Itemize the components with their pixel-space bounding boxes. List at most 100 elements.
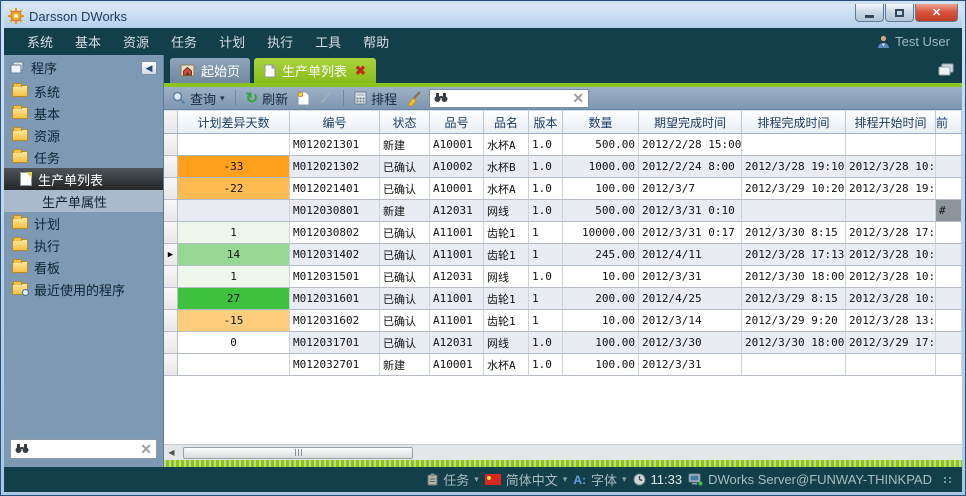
cell-schedEnd[interactable]	[742, 354, 846, 375]
table-row[interactable]: -33M012021302已确认A10002水杯B1.01000.002012/…	[164, 156, 962, 178]
cell-expected[interactable]: 2012/3/31	[639, 266, 742, 287]
cell-expected[interactable]: 2012/3/31	[639, 354, 742, 375]
cell-schedStart[interactable]	[846, 200, 936, 221]
cell-schedStart[interactable]	[846, 354, 936, 375]
cell-extra[interactable]	[936, 244, 962, 265]
cell-pno[interactable]: A11001	[430, 288, 484, 309]
sidebar-item[interactable]: 计划	[4, 212, 163, 234]
sidebar-item[interactable]: 最近使用的程序	[4, 278, 163, 300]
cell-no[interactable]: M012021301	[290, 134, 380, 155]
refresh-button[interactable]: ↻ 刷新	[244, 89, 291, 108]
cell-ver[interactable]: 1.0	[529, 354, 563, 375]
cell-extra[interactable]	[936, 354, 962, 375]
new-button[interactable]	[295, 91, 312, 106]
query-button[interactable]: 查询 ▾	[170, 89, 227, 108]
cell-no[interactable]: M012030802	[290, 222, 380, 243]
sidebar-item[interactable]: 生产单属性	[4, 190, 163, 212]
cell-expected[interactable]: 2012/2/24 8:00	[639, 156, 742, 177]
cell-extra[interactable]	[936, 332, 962, 353]
statusbar-font[interactable]: A: 字体 ▾	[573, 470, 626, 489]
cell-diff[interactable]: -33	[178, 156, 290, 177]
sidebar-item[interactable]: 资源	[4, 124, 163, 146]
column-header[interactable]: 版本	[529, 111, 563, 133]
column-header[interactable]: 排程完成时间	[742, 111, 846, 133]
maximize-button[interactable]	[885, 4, 914, 22]
cell-schedEnd[interactable]: 2012/3/28 17:13	[742, 244, 846, 265]
cell-pno[interactable]: A12031	[430, 332, 484, 353]
cell-no[interactable]: M012032701	[290, 354, 380, 375]
cell-ver[interactable]: 1	[529, 244, 563, 265]
column-header[interactable]: 前	[936, 111, 962, 133]
cell-diff[interactable]: -22	[178, 178, 290, 199]
cell-status[interactable]: 已确认	[380, 288, 430, 309]
cell-expected[interactable]: 2012/3/14	[639, 310, 742, 331]
sidebar-search-input[interactable]	[33, 442, 136, 456]
cell-pname[interactable]: 齿轮1	[484, 288, 529, 309]
cell-schedEnd[interactable]: 2012/3/30 8:15	[742, 222, 846, 243]
row-selector[interactable]	[164, 134, 178, 155]
table-row[interactable]: ▶14M012031402已确认A11001齿轮11245.002012/4/1…	[164, 244, 962, 266]
column-header[interactable]: 排程开始时间	[846, 111, 936, 133]
table-row[interactable]: 1M012031501已确认A12031网线1.010.002012/3/312…	[164, 266, 962, 288]
cell-status[interactable]: 已确认	[380, 310, 430, 331]
cell-schedStart[interactable]: 2012/3/28 13:40	[846, 310, 936, 331]
cell-extra[interactable]	[936, 222, 962, 243]
row-selector[interactable]	[164, 178, 178, 199]
cell-extra[interactable]	[936, 134, 962, 155]
cell-no[interactable]: M012031602	[290, 310, 380, 331]
cell-expected[interactable]: 2012/3/31 0:17	[639, 222, 742, 243]
menu-item[interactable]: 基本	[75, 32, 101, 51]
cell-pno[interactable]: A10001	[430, 134, 484, 155]
close-button[interactable]: ✕	[915, 4, 958, 22]
sidebar-search-clear-icon[interactable]: ✕	[140, 442, 152, 456]
cell-schedEnd[interactable]: 2012/3/28 19:10	[742, 156, 846, 177]
horizontal-scrollbar[interactable]: ◀	[164, 444, 962, 460]
table-row[interactable]: -22M012021401已确认A10001水杯A1.0100.002012/3…	[164, 178, 962, 200]
cell-pname[interactable]: 网线	[484, 332, 529, 353]
cell-status[interactable]: 已确认	[380, 332, 430, 353]
current-row-indicator[interactable]: ▶	[164, 244, 178, 265]
cell-schedEnd[interactable]: 2012/3/30 18:00	[742, 332, 846, 353]
cell-pname[interactable]: 齿轮1	[484, 222, 529, 243]
tab-inactive[interactable]: 起始页	[170, 58, 250, 83]
statusbar-language[interactable]: 简体中文 ▾	[485, 470, 568, 489]
cell-diff[interactable]	[178, 354, 290, 375]
clear-button[interactable]	[404, 91, 424, 106]
cell-no[interactable]: M012030801	[290, 200, 380, 221]
cell-pno[interactable]: A10001	[430, 354, 484, 375]
cell-ver[interactable]: 1.0	[529, 200, 563, 221]
table-row[interactable]: M012032701新建A10001水杯A1.0100.002012/3/31	[164, 354, 962, 376]
cell-no[interactable]: M012031501	[290, 266, 380, 287]
cell-no[interactable]: M012021401	[290, 178, 380, 199]
cell-diff[interactable]: 1	[178, 266, 290, 287]
cell-pno[interactable]: A12031	[430, 200, 484, 221]
edit-button[interactable]	[317, 91, 335, 105]
sidebar-collapse-button[interactable]: ◀	[141, 61, 157, 75]
cell-ver[interactable]: 1.0	[529, 178, 563, 199]
cell-qty[interactable]: 200.00	[563, 288, 639, 309]
row-selector[interactable]	[164, 310, 178, 331]
cell-pname[interactable]: 水杯B	[484, 156, 529, 177]
cell-ver[interactable]: 1	[529, 222, 563, 243]
menu-item[interactable]: 工具	[315, 32, 341, 51]
cell-pname[interactable]: 网线	[484, 200, 529, 221]
cell-extra[interactable]	[936, 156, 962, 177]
menu-item[interactable]: 系统	[27, 32, 53, 51]
cell-pname[interactable]: 水杯A	[484, 134, 529, 155]
cell-schedEnd[interactable]: 2012/3/29 10:20	[742, 178, 846, 199]
cell-diff[interactable]: 1	[178, 222, 290, 243]
cell-schedEnd[interactable]: 2012/3/30 18:00	[742, 266, 846, 287]
schedule-button[interactable]: 排程	[352, 89, 399, 108]
sidebar-item[interactable]: 执行	[4, 234, 163, 256]
cell-qty[interactable]: 10.00	[563, 310, 639, 331]
table-row[interactable]: M012021301新建A10001水杯A1.0500.002012/2/28 …	[164, 134, 962, 156]
cell-diff[interactable]: 14	[178, 244, 290, 265]
cell-pno[interactable]: A10002	[430, 156, 484, 177]
cell-diff[interactable]: 0	[178, 332, 290, 353]
tab-active[interactable]: 生产单列表✖	[254, 58, 376, 83]
cell-qty[interactable]: 100.00	[563, 178, 639, 199]
cell-qty[interactable]: 500.00	[563, 134, 639, 155]
resize-grip[interactable]	[944, 477, 952, 483]
cell-schedStart[interactable]: 2012/3/28 19:10	[846, 178, 936, 199]
table-row[interactable]: 27M012031601已确认A11001齿轮11200.002012/4/25…	[164, 288, 962, 310]
